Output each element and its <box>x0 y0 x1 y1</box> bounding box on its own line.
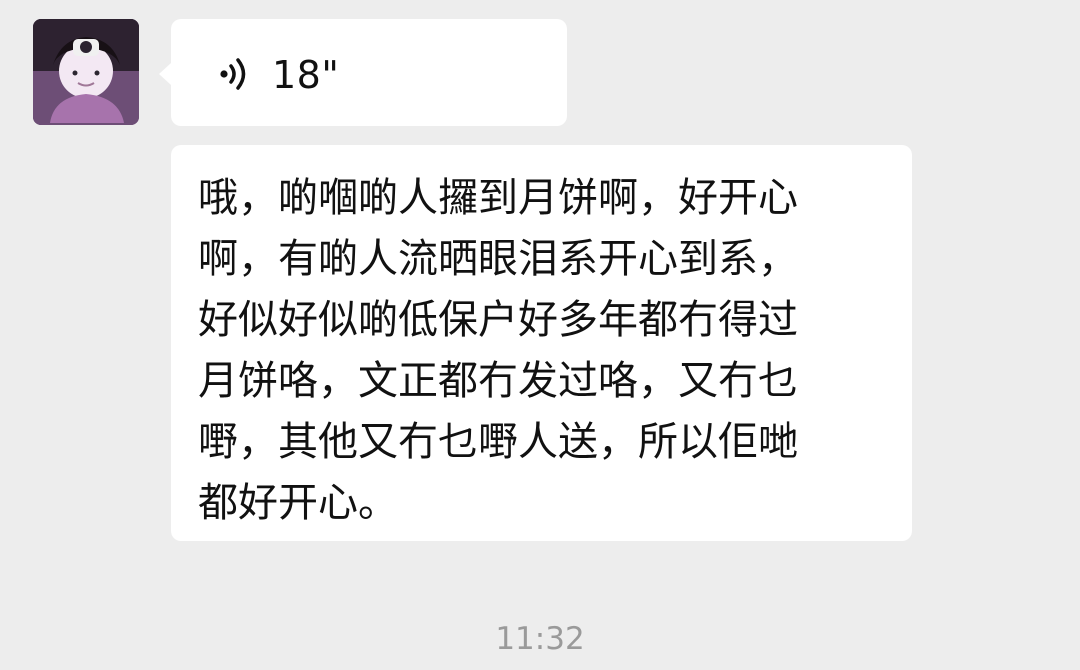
message-text: 哦，啲嗰啲人攞到月饼啊，好开心 啊，有啲人流晒眼泪系开心到系， 好似好似啲低保户… <box>198 175 798 526</box>
sender-avatar[interactable] <box>33 19 139 125</box>
voice-wave-icon <box>220 58 246 90</box>
message-timestamp: 11:32 <box>495 621 585 657</box>
avatar-image <box>33 19 139 125</box>
voice-duration: 18" <box>272 53 340 97</box>
